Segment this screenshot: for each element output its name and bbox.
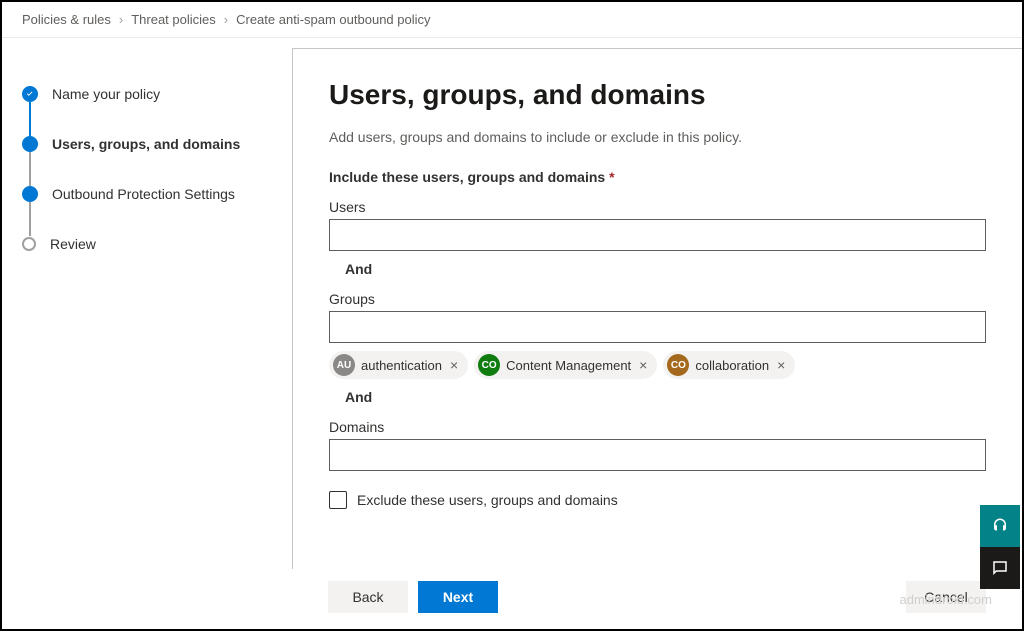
breadcrumb-item[interactable]: Policies & rules bbox=[22, 12, 111, 27]
breadcrumb: Policies & rules › Threat policies › Cre… bbox=[2, 2, 1022, 38]
chip-avatar: AU bbox=[333, 354, 355, 376]
step-empty-icon bbox=[22, 237, 36, 251]
step-done-icon bbox=[22, 86, 38, 102]
step-label: Name your policy bbox=[52, 86, 160, 102]
step-outbound-settings[interactable]: Outbound Protection Settings bbox=[22, 178, 272, 210]
chip-avatar: CO bbox=[478, 354, 500, 376]
users-field-label: Users bbox=[329, 199, 986, 215]
side-widgets bbox=[980, 505, 1020, 589]
wizard-footer: Back Next Cancel bbox=[292, 569, 1022, 629]
step-current-icon bbox=[22, 136, 38, 152]
chip-remove-icon[interactable]: × bbox=[448, 358, 460, 372]
back-button[interactable]: Back bbox=[328, 581, 408, 613]
cancel-button[interactable]: Cancel bbox=[906, 581, 986, 613]
page-description: Add users, groups and domains to include… bbox=[329, 129, 986, 145]
users-input[interactable] bbox=[329, 219, 986, 251]
exclude-checkbox[interactable] bbox=[329, 491, 347, 509]
help-widget[interactable] bbox=[980, 505, 1020, 547]
domains-input[interactable] bbox=[329, 439, 986, 471]
feedback-widget[interactable] bbox=[980, 547, 1020, 589]
page-title: Users, groups, and domains bbox=[329, 79, 986, 111]
chip-label: Content Management bbox=[506, 358, 631, 373]
include-section-label: Include these users, groups and domains … bbox=[329, 169, 986, 185]
groups-field-label: Groups bbox=[329, 291, 986, 307]
step-label: Review bbox=[50, 236, 96, 252]
next-button[interactable]: Next bbox=[418, 581, 498, 613]
step-review[interactable]: Review bbox=[22, 228, 272, 260]
group-chips: AU authentication × CO Content Managemen… bbox=[329, 351, 986, 379]
step-users-groups[interactable]: Users, groups, and domains bbox=[22, 128, 272, 160]
chevron-right-icon: › bbox=[119, 12, 123, 27]
chip-label: authentication bbox=[361, 358, 442, 373]
groups-input[interactable] bbox=[329, 311, 986, 343]
headset-icon bbox=[991, 517, 1009, 535]
and-operator: And bbox=[345, 389, 986, 405]
group-chip[interactable]: AU authentication × bbox=[329, 351, 468, 379]
required-asterisk: * bbox=[609, 169, 614, 185]
group-chip[interactable]: CO Content Management × bbox=[474, 351, 657, 379]
chip-avatar: CO bbox=[667, 354, 689, 376]
chip-remove-icon[interactable]: × bbox=[637, 358, 649, 372]
main-panel: Users, groups, and domains Add users, gr… bbox=[292, 48, 1022, 625]
breadcrumb-item[interactable]: Threat policies bbox=[131, 12, 216, 27]
step-sidebar: Name your policy Users, groups, and doma… bbox=[2, 38, 292, 625]
group-chip[interactable]: CO collaboration × bbox=[663, 351, 795, 379]
chevron-right-icon: › bbox=[224, 12, 228, 27]
chat-icon bbox=[991, 559, 1009, 577]
chip-label: collaboration bbox=[695, 358, 769, 373]
and-operator: And bbox=[345, 261, 986, 277]
step-name-policy[interactable]: Name your policy bbox=[22, 78, 272, 110]
exclude-checkbox-label: Exclude these users, groups and domains bbox=[357, 492, 618, 508]
step-label: Outbound Protection Settings bbox=[52, 186, 235, 202]
step-label: Users, groups, and domains bbox=[52, 136, 240, 152]
chip-remove-icon[interactable]: × bbox=[775, 358, 787, 372]
breadcrumb-item: Create anti-spam outbound policy bbox=[236, 12, 430, 27]
step-upcoming-icon bbox=[22, 186, 38, 202]
exclude-checkbox-row[interactable]: Exclude these users, groups and domains bbox=[329, 491, 986, 509]
domains-field-label: Domains bbox=[329, 419, 986, 435]
